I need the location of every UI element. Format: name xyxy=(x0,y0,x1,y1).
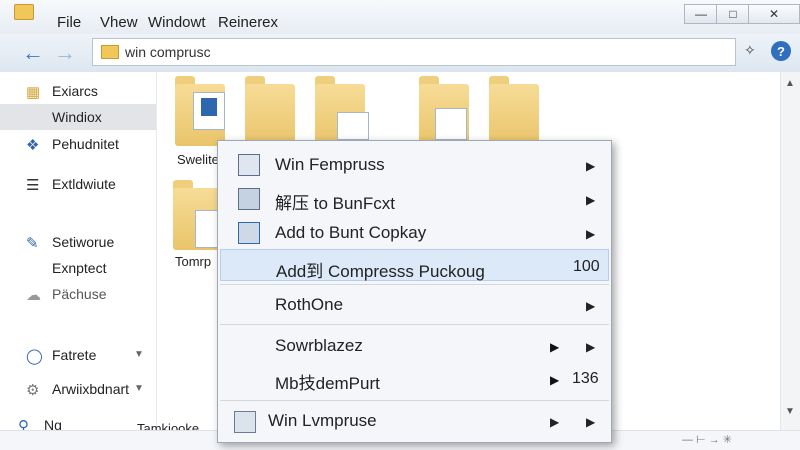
gear-icon: ⚙ xyxy=(26,382,40,399)
menu-window[interactable]: Windowt xyxy=(148,14,206,31)
submenu-arrow-icon: ▶ xyxy=(586,415,596,429)
menu-item-mbdempurt[interactable]: Mb技demPurt ▶ 136 xyxy=(220,363,609,397)
folder-icon xyxy=(101,45,119,59)
forward-arrow-icon[interactable]: → xyxy=(54,40,76,66)
menu-help[interactable]: Reinerex xyxy=(218,14,278,31)
sidebar-item-setiworue[interactable]: ✎ Setiworue xyxy=(0,229,156,255)
sidebar-item-arwiixbdnart[interactable]: ⚙ Arwiixbdnart ▼ xyxy=(0,376,156,402)
file-name[interactable]: Swelite xyxy=(177,152,219,167)
submenu-arrow-icon: ▶ xyxy=(586,159,596,173)
menu-item-win-fempruss[interactable]: Win Fempruss ▶ xyxy=(220,147,609,181)
menu-item-rothone[interactable]: RothOne ▶ xyxy=(220,287,609,321)
search-icon[interactable]: ✧ xyxy=(744,42,756,59)
navigation-pane: ▦ Exiarcs Windiox ❖ Pehudnitet ☰ Extldwi… xyxy=(0,72,157,450)
settings-icon: ✎ xyxy=(26,235,39,252)
sidebar-item-pachuse[interactable]: ☁ Pächuse xyxy=(0,281,156,307)
list-icon: ☰ xyxy=(26,177,40,194)
menu-item-add-compress[interactable]: Add到 Compresss Puckoug 100 xyxy=(220,249,609,281)
menu-item-sowrblazez[interactable]: Sowrblazez ▶ ▶ xyxy=(220,329,609,363)
context-menu: Win Fempruss ▶ 解压 to BunFcxt ▶ Add to Bu… xyxy=(217,140,612,443)
sidebar-item-extldwiute[interactable]: ☰ Extldwiute xyxy=(0,171,156,197)
address-path: win comprusc xyxy=(125,44,211,60)
folder-item[interactable] xyxy=(175,76,227,146)
maximize-button[interactable]: □ xyxy=(716,4,750,24)
submenu-arrow-icon: ▶ xyxy=(550,340,560,354)
document-icon xyxy=(435,108,467,140)
submenu-arrow-icon: ▶ xyxy=(586,227,596,241)
help-icon[interactable]: ? xyxy=(771,41,791,61)
title-bar: File Vhew Windowt Reinerex — □ ✕ xyxy=(0,0,800,34)
globe-icon: ◯ xyxy=(26,348,43,365)
sidebar-item-exiarcs[interactable]: ▦ Exiarcs xyxy=(0,78,156,104)
sidebar-item-windiox[interactable]: Windiox xyxy=(0,104,156,130)
back-arrow-icon[interactable]: ← xyxy=(22,40,44,66)
scroll-down-icon[interactable]: ▼ xyxy=(785,406,795,417)
sidebar-item-pehudnitet[interactable]: ❖ Pehudnitet xyxy=(0,131,156,157)
submenu-arrow-icon: ▶ xyxy=(586,299,596,313)
cloud-icon: ☁ xyxy=(26,287,41,304)
status-icons: — ⊢ → ✳ xyxy=(682,434,732,446)
sidebar-item-exnptect[interactable]: Exnptect xyxy=(0,255,156,281)
menu-item-win-lvmpruse[interactable]: Win Lvmpruse ▶ ▶ xyxy=(220,403,609,437)
menu-separator xyxy=(220,400,609,401)
folder-icon xyxy=(489,84,539,146)
address-bar: ← → win comprusc ✧ ? xyxy=(0,34,800,73)
menu-item-add-to-archive[interactable]: Add to Bunt Copkay ▶ xyxy=(220,215,609,249)
folder-icon xyxy=(245,84,295,146)
scroll-up-icon[interactable]: ▲ xyxy=(785,78,795,89)
folder-icon xyxy=(14,4,34,20)
menu-view[interactable]: Vhew xyxy=(100,14,138,31)
folder-item[interactable] xyxy=(489,76,541,146)
archive-icon xyxy=(238,188,260,210)
submenu-arrow-icon: ▶ xyxy=(586,340,596,354)
menu-separator xyxy=(220,284,609,285)
archive-icon xyxy=(238,154,260,176)
folder-item[interactable] xyxy=(245,76,297,146)
menu-file[interactable]: File xyxy=(57,14,81,31)
file-name[interactable]: Tomrp xyxy=(175,254,211,269)
chevron-down-icon[interactable]: ▼ xyxy=(134,383,144,394)
minimize-button[interactable]: — xyxy=(684,4,718,24)
vertical-scrollbar[interactable]: ▲ ▼ xyxy=(780,72,800,432)
close-button[interactable]: ✕ xyxy=(748,4,800,24)
network-icon: ❖ xyxy=(26,137,40,154)
submenu-arrow-icon: ▶ xyxy=(550,415,560,429)
folder-icon: ▦ xyxy=(26,84,41,101)
menu-separator xyxy=(220,324,609,325)
installer-icon xyxy=(201,98,217,116)
explorer-window: File Vhew Windowt Reinerex — □ ✕ ← → win… xyxy=(0,0,800,450)
chevron-down-icon[interactable]: ▼ xyxy=(134,349,144,360)
sidebar-item-fatrete[interactable]: ◯ Fatrete ▼ xyxy=(0,342,156,368)
submenu-arrow-icon: ▶ xyxy=(550,373,560,387)
folder-item[interactable] xyxy=(419,76,471,146)
archive-icon xyxy=(238,222,260,244)
archive-icon xyxy=(234,411,256,433)
address-field[interactable]: win comprusc xyxy=(92,38,736,66)
document-icon xyxy=(337,112,369,140)
menu-item-extract-to[interactable]: 解压 to BunFcxt ▶ xyxy=(220,181,609,215)
folder-item[interactable] xyxy=(315,76,369,146)
submenu-arrow-icon: ▶ xyxy=(586,193,596,207)
